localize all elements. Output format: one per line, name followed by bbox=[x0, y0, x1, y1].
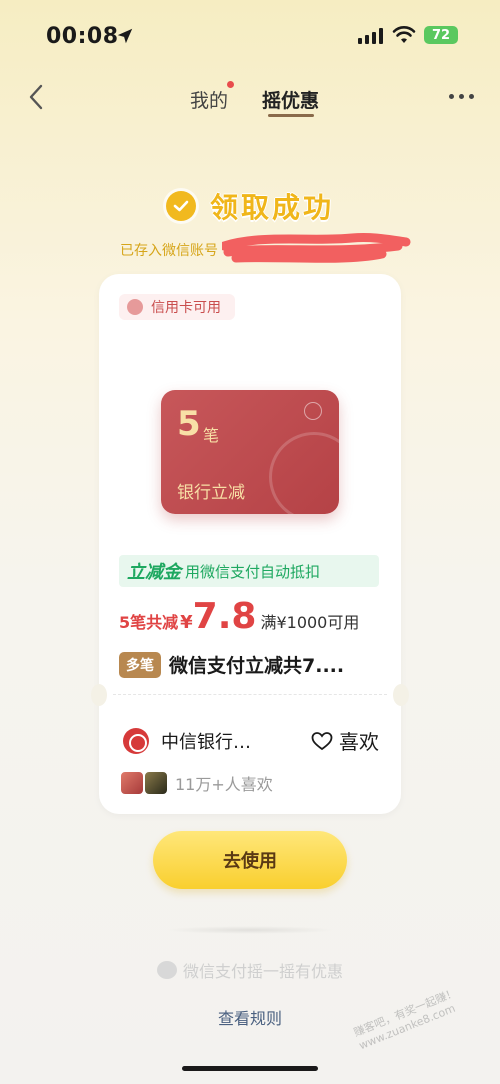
check-circle-icon bbox=[165, 191, 196, 221]
deal-title: 微信支付立减共7.... bbox=[169, 655, 345, 677]
like-button[interactable]: 喜欢 bbox=[311, 726, 379, 755]
wechat-pay-icon bbox=[156, 961, 177, 979]
top-nav: 我的 摇优惠 bbox=[0, 72, 500, 124]
back-chevron-icon[interactable] bbox=[24, 82, 48, 112]
active-tab-indicator bbox=[268, 114, 314, 117]
home-indicator bbox=[182, 1066, 318, 1071]
coupon-card: 信用卡可用 5 笔 银行立减 立减金 用微信支付自动抵扣 5笔共减 ¥ 7.8 … bbox=[91, 274, 409, 814]
merchant-name[interactable]: 中信银行… bbox=[161, 728, 251, 754]
price-currency: ¥ bbox=[180, 612, 193, 633]
more-options-icon[interactable] bbox=[449, 94, 474, 99]
location-arrow-icon bbox=[117, 28, 133, 44]
bank-card-label: 银行立减 bbox=[177, 483, 245, 503]
status-bar: 00:08 72 bbox=[0, 0, 500, 72]
likes-count: 11万+人喜欢 bbox=[175, 775, 273, 794]
status-time: 00:08 bbox=[46, 24, 119, 49]
ticket-notch-right bbox=[393, 684, 409, 706]
footer-brand: 微信支付摇一摇有优惠 bbox=[0, 958, 500, 982]
merchant-row: 中信银行… 喜欢 bbox=[123, 726, 379, 755]
citic-watermark-icon bbox=[269, 432, 339, 514]
citic-bank-logo-icon bbox=[123, 727, 149, 754]
footer-brand-text: 微信支付摇一摇有优惠 bbox=[182, 962, 343, 981]
success-title: 领取成功 bbox=[209, 191, 334, 224]
tab-shake-discounts[interactable]: 摇优惠 bbox=[262, 86, 319, 113]
use-now-button[interactable]: 去使用 bbox=[153, 831, 347, 889]
notification-dot bbox=[227, 81, 234, 88]
saved-to-account-text: 已存入微信账号 bbox=[120, 243, 218, 259]
coupon-count: 5 bbox=[177, 404, 201, 444]
likes-row: 11万+人喜欢 bbox=[119, 770, 273, 796]
price-prefix: 5笔共减 bbox=[119, 613, 179, 632]
tab-mine[interactable]: 我的 bbox=[190, 86, 228, 113]
price-condition: 满¥1000可用 bbox=[260, 613, 360, 632]
credit-card-usable-tag: 信用卡可用 bbox=[119, 294, 235, 320]
promo-label: 立减金 bbox=[127, 562, 181, 583]
bank-discount-card-image: 5 笔 银行立减 bbox=[161, 390, 339, 514]
ticket-divider bbox=[113, 694, 387, 695]
success-header: 领取成功 bbox=[0, 186, 500, 226]
cellular-signal-icon bbox=[358, 28, 383, 44]
wifi-icon bbox=[392, 26, 416, 43]
price-row: 5笔共减 ¥ 7.8 满¥1000可用 bbox=[119, 596, 359, 637]
citic-logo-icon bbox=[304, 402, 322, 420]
credit-card-icon bbox=[127, 299, 143, 315]
deal-title-row: 多笔 微信支付立减共7.... bbox=[119, 651, 344, 678]
decorative-shadow bbox=[165, 926, 335, 934]
promo-description: 用微信支付自动抵扣 bbox=[185, 562, 321, 581]
like-label: 喜欢 bbox=[339, 730, 379, 754]
coupon-count-unit: 笔 bbox=[203, 426, 220, 445]
battery-icon: 72 bbox=[424, 26, 458, 44]
avatar bbox=[143, 770, 169, 796]
avatar bbox=[119, 770, 145, 796]
ticket-notch-left bbox=[91, 684, 107, 706]
heart-icon bbox=[311, 731, 333, 750]
multi-badge: 多笔 bbox=[119, 651, 161, 678]
redaction-scribble bbox=[222, 233, 411, 263]
credit-tag-label: 信用卡可用 bbox=[151, 300, 221, 316]
promo-bar: 立减金 用微信支付自动抵扣 bbox=[119, 555, 379, 587]
price-value: 7.8 bbox=[192, 596, 257, 637]
battery-level: 72 bbox=[431, 27, 451, 43]
